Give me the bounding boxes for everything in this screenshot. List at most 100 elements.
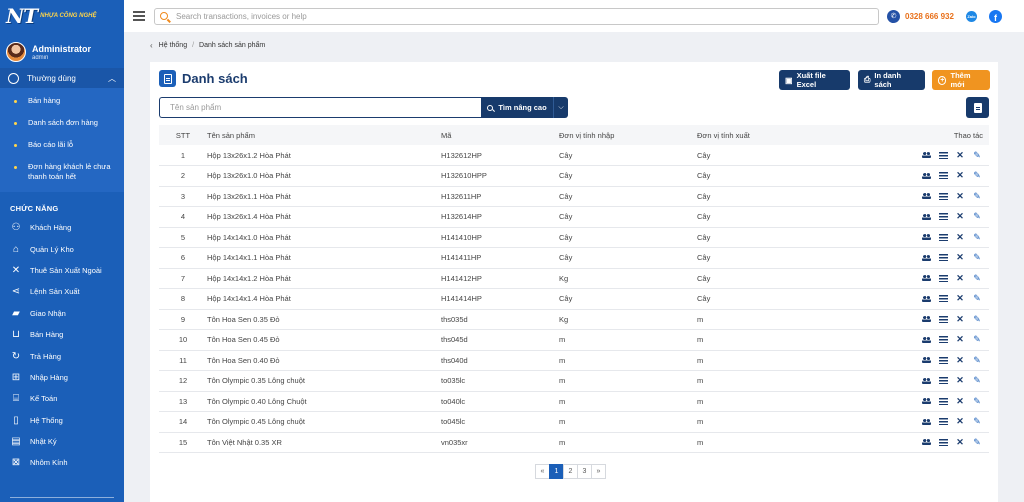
print-list-button[interactable]: ⎙ In danh sách	[858, 70, 925, 90]
users-icon[interactable]	[920, 293, 932, 305]
users-icon[interactable]	[920, 211, 932, 223]
users-icon[interactable]	[920, 149, 932, 161]
tools-icon[interactable]: ✕	[954, 334, 966, 346]
submenu-item-orders[interactable]: Danh sách đơn hàng	[0, 112, 124, 134]
edit-icon[interactable]: ✎	[971, 293, 983, 305]
edit-icon[interactable]: ✎	[971, 272, 983, 284]
list-icon[interactable]	[937, 416, 949, 428]
edit-icon[interactable]: ✎	[971, 313, 983, 325]
list-icon[interactable]	[937, 313, 949, 325]
list-icon[interactable]	[937, 375, 949, 387]
advanced-search-dropdown[interactable]: ⌵	[553, 97, 568, 118]
hotline[interactable]: ✆ 0328 666 932	[887, 9, 954, 23]
sidebar-item-returns[interactable]: ↻ Trả Hàng	[0, 345, 124, 366]
edit-icon[interactable]: ✎	[971, 252, 983, 264]
tools-icon[interactable]: ✕	[954, 354, 966, 366]
edit-icon[interactable]: ✎	[971, 211, 983, 223]
export-document-button[interactable]	[966, 97, 989, 118]
users-icon[interactable]	[920, 395, 932, 407]
users-icon[interactable]	[920, 416, 932, 428]
sidebar-item-outsourcing[interactable]: ✕ Thuê Sản Xuất Ngoài	[0, 260, 124, 281]
col-header-actions: Thao tác	[953, 130, 983, 140]
edit-icon[interactable]: ✎	[971, 436, 983, 448]
product-name-input[interactable]	[159, 97, 481, 118]
advanced-search-button[interactable]: Tìm nâng cao	[481, 97, 553, 118]
pagination-prev[interactable]: «	[535, 464, 550, 479]
users-icon[interactable]	[920, 375, 932, 387]
edit-icon[interactable]: ✎	[971, 395, 983, 407]
chevron-left-icon[interactable]: ‹	[150, 41, 153, 50]
submenu-item-sales[interactable]: Bán hàng	[0, 90, 124, 112]
tools-icon[interactable]: ✕	[954, 395, 966, 407]
sidebar-item-purchasing[interactable]: ⊞ Nhập Hàng	[0, 367, 124, 388]
hamburger-menu-icon[interactable]	[133, 9, 145, 24]
edit-icon[interactable]: ✎	[971, 354, 983, 366]
export-excel-button[interactable]: ▣ Xuất file Excel	[779, 70, 850, 90]
edit-icon[interactable]: ✎	[971, 170, 983, 182]
breadcrumb-parent[interactable]: Hệ thống	[159, 42, 187, 49]
edit-icon[interactable]: ✎	[971, 416, 983, 428]
facebook-icon[interactable]: f	[988, 9, 1002, 23]
list-icon[interactable]	[937, 149, 949, 161]
user-profile[interactable]: Administrator admin	[0, 32, 124, 66]
list-icon[interactable]	[937, 293, 949, 305]
sidebar-item-log[interactable]: ▤ Nhật Ký	[0, 431, 124, 452]
list-icon[interactable]	[937, 252, 949, 264]
users-icon[interactable]	[920, 190, 932, 202]
users-icon[interactable]	[920, 313, 932, 325]
tools-icon[interactable]: ✕	[954, 170, 966, 182]
tools-icon[interactable]: ✕	[954, 190, 966, 202]
tools-icon[interactable]: ✕	[954, 293, 966, 305]
users-icon[interactable]	[920, 170, 932, 182]
edit-icon[interactable]: ✎	[971, 334, 983, 346]
list-icon[interactable]	[937, 436, 949, 448]
pagination-page-1[interactable]: 1	[549, 464, 564, 479]
tools-icon[interactable]: ✕	[954, 436, 966, 448]
tools-icon[interactable]: ✕	[954, 231, 966, 243]
pagination-page-2[interactable]: 2	[563, 464, 578, 479]
sidebar-item-system[interactable]: ▯ Hệ Thống	[0, 410, 124, 431]
users-icon[interactable]	[920, 354, 932, 366]
users-icon[interactable]	[920, 436, 932, 448]
add-new-button[interactable]: + Thêm mới	[932, 70, 990, 90]
sidebar-item-accounting[interactable]: ⌸ Kế Toán	[0, 388, 124, 409]
list-icon[interactable]	[937, 395, 949, 407]
sidebar-item-sales[interactable]: ⊔ Bán Hàng	[0, 324, 124, 345]
list-icon[interactable]	[937, 170, 949, 182]
list-icon[interactable]	[937, 190, 949, 202]
users-icon[interactable]	[920, 272, 932, 284]
list-icon[interactable]	[937, 231, 949, 243]
global-search[interactable]	[154, 7, 879, 25]
logo[interactable]: NT NHỰA CÔNG NGHỆ	[0, 0, 124, 32]
pagination-next[interactable]: »	[591, 464, 606, 479]
users-icon[interactable]	[920, 231, 932, 243]
sidebar-item-customers[interactable]: ⚇ Khách Hàng	[0, 217, 124, 238]
list-icon[interactable]	[937, 354, 949, 366]
zalo-icon[interactable]: Zalo	[965, 10, 977, 22]
sidebar-item-aluminum-glass[interactable]: ⊠ Nhôm Kính	[0, 452, 124, 473]
list-icon[interactable]	[937, 272, 949, 284]
tools-icon[interactable]: ✕	[954, 272, 966, 284]
global-search-input[interactable]	[176, 11, 856, 21]
tools-icon[interactable]: ✕	[954, 375, 966, 387]
tools-icon[interactable]: ✕	[954, 149, 966, 161]
edit-icon[interactable]: ✎	[971, 190, 983, 202]
sidebar-item-warehouse[interactable]: ⌂ Quản Lý Kho	[0, 238, 124, 259]
pagination-page-3[interactable]: 3	[577, 464, 592, 479]
submenu-item-profit-report[interactable]: Báo cáo lãi lỗ	[0, 134, 124, 156]
users-icon[interactable]	[920, 252, 932, 264]
edit-icon[interactable]: ✎	[971, 231, 983, 243]
list-icon[interactable]	[937, 334, 949, 346]
tools-icon[interactable]: ✕	[954, 252, 966, 264]
tools-icon[interactable]: ✕	[954, 313, 966, 325]
submenu-item-unpaid-orders[interactable]: Đơn hàng khách lẻ chưa thanh toán hết	[0, 156, 124, 188]
sidebar-group-frequent[interactable]: Thường dùng ︿	[0, 68, 124, 88]
users-icon[interactable]	[920, 334, 932, 346]
sidebar-item-production-order[interactable]: ⋖ Lệnh Sản Xuất	[0, 281, 124, 302]
tools-icon[interactable]: ✕	[954, 211, 966, 223]
edit-icon[interactable]: ✎	[971, 149, 983, 161]
edit-icon[interactable]: ✎	[971, 375, 983, 387]
list-icon[interactable]	[937, 211, 949, 223]
sidebar-item-delivery[interactable]: ▰ Giao Nhận	[0, 303, 124, 324]
tools-icon[interactable]: ✕	[954, 416, 966, 428]
